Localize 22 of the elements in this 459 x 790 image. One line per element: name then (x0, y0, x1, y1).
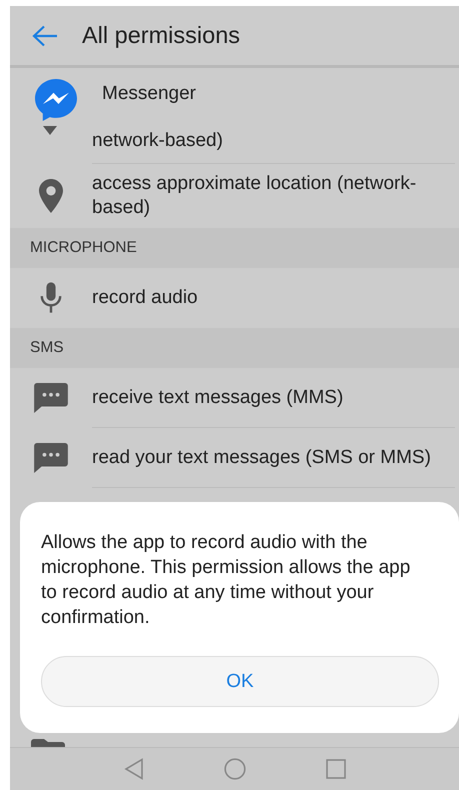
home-icon[interactable] (224, 758, 246, 780)
permission-label[interactable]: access approximate location (network-based) (92, 164, 455, 228)
caret-icon (43, 126, 57, 135)
app-name: Messenger (102, 83, 196, 105)
ok-button[interactable]: OK (41, 656, 439, 707)
section-header: MICROPHONE (10, 228, 459, 268)
recents-icon[interactable] (326, 759, 346, 779)
messenger-icon (34, 78, 78, 122)
screen-title: All permissions (82, 22, 240, 49)
back-arrow-icon[interactable] (32, 24, 58, 46)
dialog-message: Allows the app to record audio with the microphone. This permission allows the app to record audio at any time without your confirmation. (41, 531, 412, 630)
microphone-icon (40, 282, 62, 314)
back-icon[interactable] (124, 758, 144, 780)
folder-icon (31, 739, 65, 747)
permission-label[interactable]: network-based) (92, 126, 455, 164)
location-pin-icon (39, 179, 63, 213)
permission-label[interactable]: receive text messages (MMS) (92, 368, 455, 428)
permission-label[interactable]: read your text messages (SMS or MMS) (92, 428, 455, 488)
section-header: SMS (10, 328, 459, 368)
message-icon (34, 383, 68, 413)
message-icon (34, 443, 68, 473)
permission-label[interactable]: record audio (92, 268, 455, 328)
